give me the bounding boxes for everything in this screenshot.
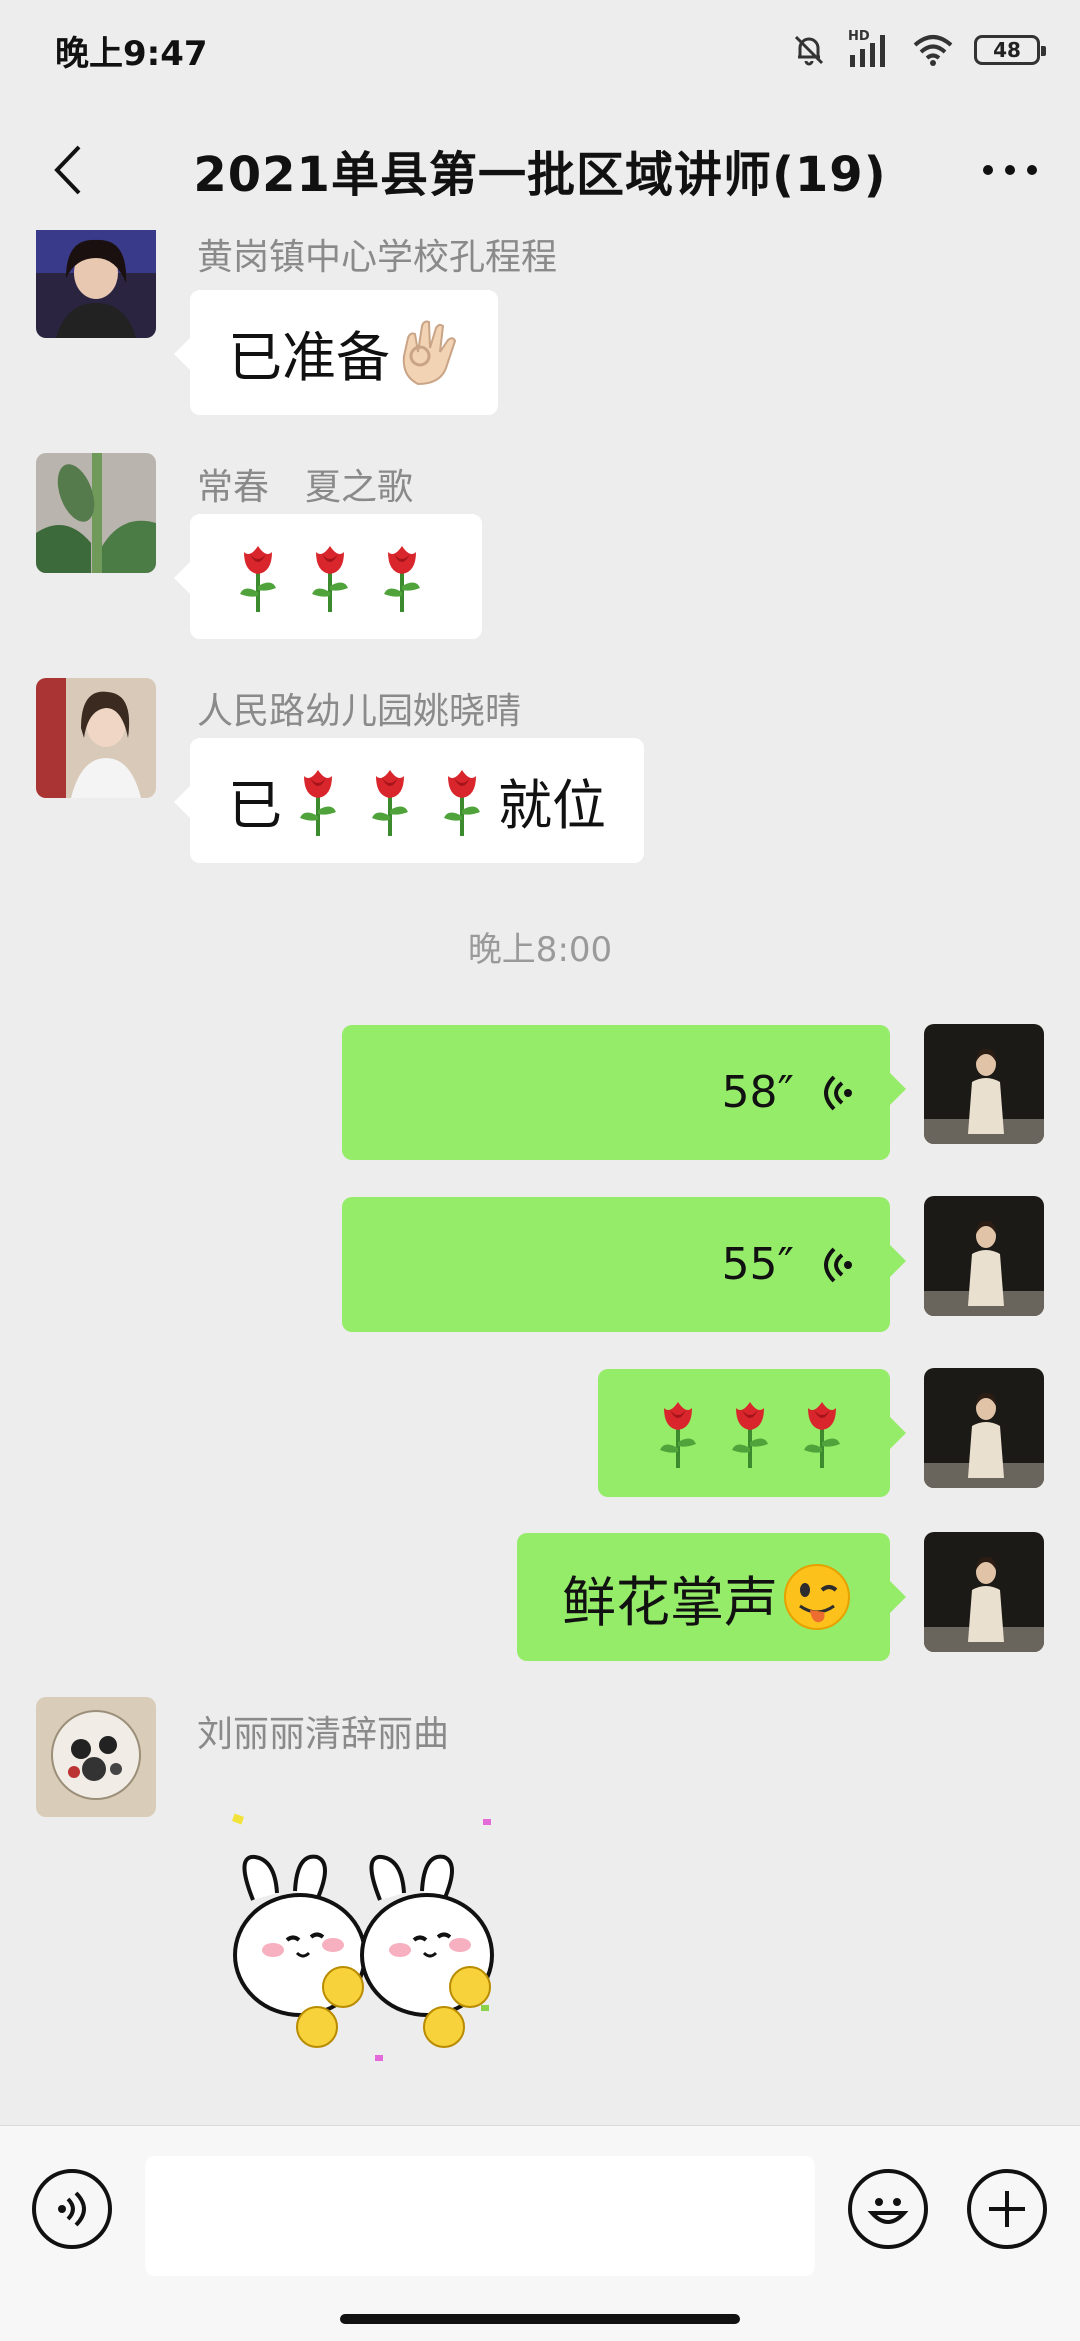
my-avatar[interactable] (924, 1368, 1044, 1488)
rose-emoji-icon (786, 1396, 858, 1470)
message-bubble[interactable] (598, 1369, 906, 1497)
status-bar: 晚上9:47 HD 48 (0, 0, 1080, 100)
emoji-button[interactable] (848, 2169, 928, 2249)
voice-duration: 58″ (721, 1067, 794, 1118)
voice-wave-icon (824, 1247, 852, 1282)
signal-icon: HD (848, 29, 892, 69)
mute-bell-icon (794, 35, 824, 66)
message-text-suffix: 就位 (498, 774, 606, 837)
rose-emoji-icon (222, 540, 294, 614)
voice-input-button[interactable] (32, 2169, 112, 2249)
status-time: 晚上9:47 (55, 33, 208, 74)
rose-emoji-icon (366, 540, 438, 614)
home-indicator (340, 2314, 740, 2324)
avatar[interactable] (36, 230, 156, 338)
input-bar (0, 2125, 1080, 2341)
message-input[interactable] (145, 2156, 815, 2276)
back-button[interactable] (38, 140, 98, 200)
battery-level: 48 (993, 38, 1021, 62)
status-icons: HD 48 (790, 29, 1046, 69)
message-bubble[interactable]: 已 就位 (174, 738, 644, 863)
voice-duration: 55″ (721, 1239, 794, 1290)
my-avatar[interactable] (924, 1024, 1044, 1144)
my-avatar[interactable] (924, 1196, 1044, 1316)
ok-hand-emoji-icon (402, 320, 457, 385)
message-bubble[interactable]: 已准备 (174, 290, 498, 415)
more-dots-icon (983, 165, 993, 175)
message-text: 已准备 (228, 326, 390, 389)
rose-emoji-icon (282, 764, 354, 838)
rose-emoji-icon (714, 1396, 786, 1470)
rose-emoji-icon (294, 540, 366, 614)
smiley-face-icon (867, 2198, 909, 2224)
message-list[interactable]: 黄岗镇中心学校孔程程 已准备 常春 夏之歌 人民路幼儿园姚晓晴 已 就位 晚上8… (0, 230, 1080, 2120)
cheering-bunnies-sticker[interactable] (225, 1805, 525, 2075)
avatar[interactable] (36, 1697, 156, 1817)
message-text-prefix: 已 (228, 774, 282, 837)
voice-message-bubble[interactable]: 55″ (342, 1197, 906, 1332)
battery-icon: 48 (974, 35, 1046, 65)
more-options-button[interactable] (970, 140, 1050, 200)
chevron-left-icon (54, 145, 81, 195)
avatar[interactable] (36, 678, 156, 798)
plus-icon (989, 2191, 1025, 2227)
rose-emoji-icon (426, 764, 498, 838)
voice-message-bubble[interactable]: 58″ (342, 1025, 906, 1160)
voice-wave-icon (824, 1075, 852, 1110)
sender-name: 黄岗镇中心学校孔程程 (197, 237, 558, 278)
sender-name: 人民路幼儿园姚晓晴 (197, 691, 522, 732)
chat-title: 2021单县第一批区域讲师(19) (193, 147, 887, 203)
rose-emoji-icon (642, 1396, 714, 1470)
message-bubble[interactable]: 鲜花掌声 (517, 1533, 906, 1661)
message-bubble[interactable] (174, 514, 482, 639)
timestamp: 晚上8:00 (467, 930, 613, 970)
sender-name: 刘丽丽清辞丽曲 (197, 1714, 450, 1755)
avatar[interactable] (36, 453, 156, 573)
message-text: 鲜花掌声 (562, 1570, 778, 1634)
sender-name: 常春 夏之歌 (197, 467, 414, 508)
voice-wave-icon (58, 2191, 86, 2227)
chat-header: 2021单县第一批区域讲师(19) (0, 110, 1080, 230)
more-functions-button[interactable] (967, 2169, 1047, 2249)
wifi-icon (913, 35, 953, 66)
wink-tongue-emoji-icon (784, 1564, 850, 1630)
rose-emoji-icon (354, 764, 426, 838)
my-avatar[interactable] (924, 1532, 1044, 1652)
